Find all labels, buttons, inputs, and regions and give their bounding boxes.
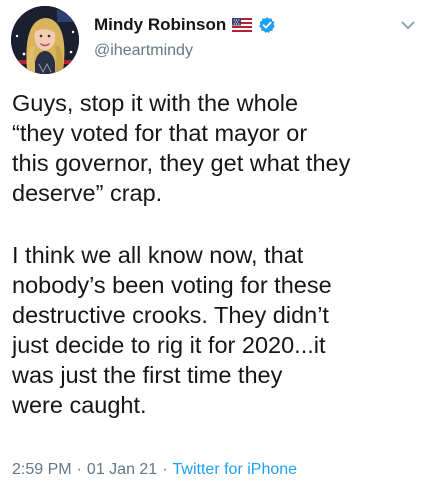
tweet-text: Guys, stop it with the whole “they voted…	[12, 88, 422, 420]
tweet-line: was just the first time they	[12, 362, 283, 388]
avatar[interactable]	[11, 6, 79, 74]
tweet-line: nobody’s been voting for these	[12, 272, 332, 298]
tweet-line: deserve” crap.	[12, 180, 163, 206]
tweet-time[interactable]: 2:59 PM	[12, 461, 72, 479]
tweet-card: Mindy Robinson @iheartmindy Guys, stop i…	[0, 0, 427, 500]
meta-separator: ·	[162, 461, 168, 478]
tweet-meta: 2:59 PM · 01 Jan 21 · Twitter for iPhone	[12, 458, 297, 482]
tweet-line: destructive crooks. They didn’t	[12, 302, 329, 328]
tweet-source-link[interactable]: Twitter for iPhone	[173, 461, 298, 479]
display-name[interactable]: Mindy Robinson	[94, 15, 226, 35]
tweet-line: Guys, stop it with the whole	[12, 90, 299, 116]
tweet-date[interactable]: 01 Jan 21	[87, 461, 157, 479]
tweet-line: “they voted for that mayor or	[12, 120, 308, 146]
us-flag-icon	[232, 18, 253, 32]
author-name-row: Mindy Robinson	[94, 13, 276, 37]
tweet-paragraph-2: I think we all know now, that nobody’s b…	[12, 240, 422, 420]
tweet-menu-button[interactable]	[398, 16, 418, 36]
tweet-paragraph-1: Guys, stop it with the whole “they voted…	[12, 88, 422, 208]
tweet-line: I think we all know now, that	[12, 242, 304, 268]
tweet-line: just decide to rig it for 2020...it	[12, 332, 326, 358]
avatar-photo	[11, 6, 79, 74]
meta-separator: ·	[76, 461, 82, 478]
tweet-line: were caught.	[12, 392, 147, 418]
chevron-down-icon	[401, 17, 415, 35]
tweet-line: this governor, they get what they	[12, 150, 351, 176]
verified-badge-icon	[258, 16, 276, 34]
user-handle[interactable]: @iheartmindy	[94, 42, 193, 60]
